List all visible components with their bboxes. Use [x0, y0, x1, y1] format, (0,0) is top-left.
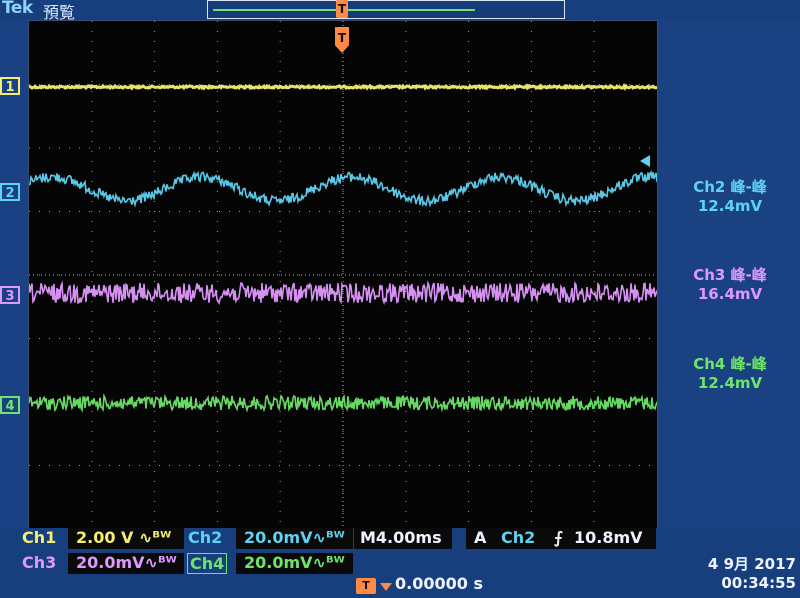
timebase-label: M	[360, 528, 376, 547]
ch1-waveform	[28, 82, 659, 91]
ch4-scale-value[interactable]: 20.0mV∿ᴮᵂ	[236, 553, 353, 574]
ch1-volts-div: 2.00 V	[76, 528, 134, 547]
trigger-readout[interactable]: A Ch2 ⨍ 10.8mV	[466, 528, 656, 549]
ch3-scale-label[interactable]: Ch3	[22, 553, 56, 572]
trigger-offset-icon: T	[356, 578, 376, 594]
ch4-waveform	[28, 393, 658, 413]
scope-screen: Tek 預覧 T T 1 2 3 4 Ch2 峰-峰 12.4mV Ch3 峰-…	[0, 0, 800, 598]
measurement-ch3-pk2pk: Ch3 峰-峰 16.4mV	[660, 264, 800, 303]
bandwidth-limit-icon: ∿ᴮᵂ	[144, 553, 177, 572]
ch2-scale-value[interactable]: 20.0mV∿ᴮᵂ	[236, 528, 353, 549]
ch3-volts-div: 20.0mV	[76, 553, 145, 572]
brand-logo: Tek	[2, 0, 33, 18]
ch1-scale-value[interactable]: 2.00 V ∿ᴮᵂ	[68, 528, 184, 549]
bandwidth-limit-icon: ∿ᴮᵂ	[312, 528, 345, 547]
rising-edge-icon: ⨍	[554, 528, 563, 547]
ch3-scale-value[interactable]: 20.0mV∿ᴮᵂ	[68, 553, 184, 574]
ch2-ground-marker[interactable]: 2	[0, 183, 20, 201]
top-status-bar: Tek 預覧 T	[0, 0, 800, 22]
measurement-value: 12.4mV	[697, 197, 763, 215]
measurement-label: Ch2 峰-峰	[693, 178, 767, 196]
waveform-graticule[interactable]	[28, 20, 659, 530]
measurement-value: 16.4mV	[697, 285, 763, 303]
timebase-readout[interactable]: M4.00ms	[354, 528, 452, 549]
measurement-label: Ch3 峰-峰	[693, 266, 767, 284]
time-readout: 00:34:55	[721, 574, 796, 592]
ch1-scale-label[interactable]: Ch1	[22, 528, 56, 547]
trigger-mode: A	[474, 528, 487, 547]
horizontal-position-value[interactable]: 0.00000 s	[395, 574, 483, 593]
bottom-readout-bar: Ch1 2.00 V ∿ᴮᵂ Ch2 20.0mV∿ᴮᵂ M4.00ms A C…	[0, 528, 800, 598]
ch3-ground-marker[interactable]: 3	[0, 286, 20, 304]
ch4-volts-div: 20.0mV	[244, 553, 313, 572]
timebase-value: 4.00ms	[375, 528, 442, 547]
measurement-ch2-pk2pk: Ch2 峰-峰 12.4mV	[660, 176, 800, 215]
trigger-level-arrow-icon[interactable]	[640, 155, 650, 167]
down-arrow-icon	[380, 583, 392, 591]
trigger-source: Ch2	[501, 528, 536, 547]
record-view-bar[interactable]	[207, 0, 565, 19]
trigger-position-marker[interactable]: T	[336, 0, 348, 18]
measurement-ch4-pk2pk: Ch4 峰-峰 12.4mV	[660, 353, 800, 392]
measurement-value: 12.4mV	[697, 374, 763, 392]
ch4-scale-label[interactable]: Ch4	[187, 553, 228, 574]
ch4-ground-marker[interactable]: 4	[0, 396, 20, 414]
measurement-label: Ch4 峰-峰	[693, 355, 767, 373]
waveform-plot	[28, 21, 659, 529]
bandwidth-limit-icon: ∿ᴮᵂ	[139, 528, 172, 547]
trigger-level: 10.8mV	[574, 528, 643, 547]
date-readout: 4 9月 2017	[707, 555, 796, 573]
date-time: 4 9月 2017 00:34:55	[676, 555, 796, 593]
ch2-scale-label[interactable]: Ch2	[188, 528, 222, 547]
ch2-volts-div: 20.0mV	[244, 528, 313, 547]
ch1-ground-marker[interactable]: 1	[0, 77, 20, 95]
bandwidth-limit-icon: ∿ᴮᵂ	[312, 553, 345, 572]
